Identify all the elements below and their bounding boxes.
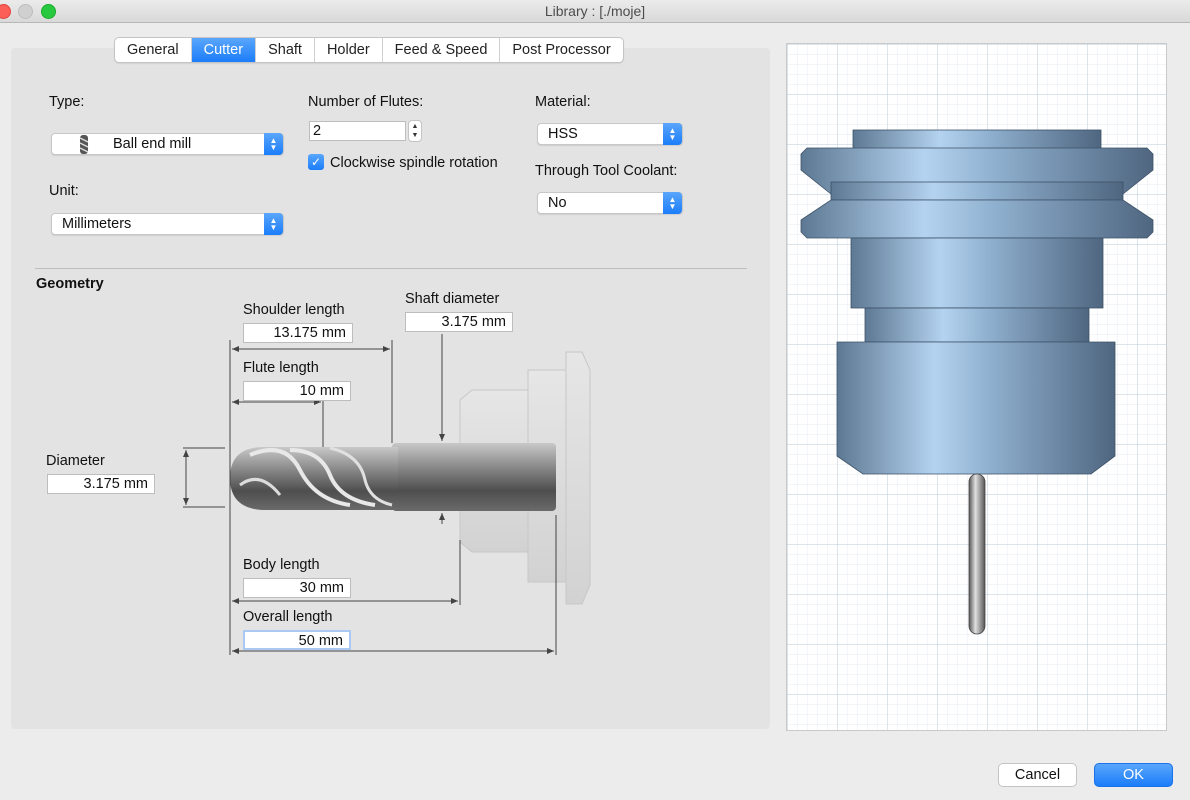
body-length-input[interactable]: 30 mm — [243, 578, 351, 598]
shoulder-length-input[interactable]: 13.175 mm — [243, 323, 353, 343]
tool-3d-preview — [786, 43, 1167, 731]
shaft-diameter-input[interactable]: 3.175 mm — [405, 312, 513, 332]
flute-length-label: Flute length — [243, 360, 319, 376]
tool-holder-render — [787, 44, 1166, 730]
flute-length-input[interactable]: 10 mm — [243, 381, 351, 401]
body-length-label: Body length — [243, 557, 320, 573]
overall-length-input[interactable]: 50 mm — [243, 630, 351, 650]
tool-geometry-diagram — [183, 334, 591, 655]
shaft-diameter-label: Shaft diameter — [405, 291, 500, 307]
shoulder-length-label: Shoulder length — [243, 302, 345, 318]
tool-shank — [392, 443, 556, 511]
diameter-input[interactable]: 3.175 mm — [47, 474, 155, 494]
cancel-button[interactable]: Cancel — [998, 763, 1077, 787]
ok-button[interactable]: OK — [1094, 763, 1173, 787]
tool-flutes — [230, 446, 398, 510]
overall-length-label: Overall length — [243, 609, 333, 625]
diameter-label: Diameter — [46, 453, 105, 469]
